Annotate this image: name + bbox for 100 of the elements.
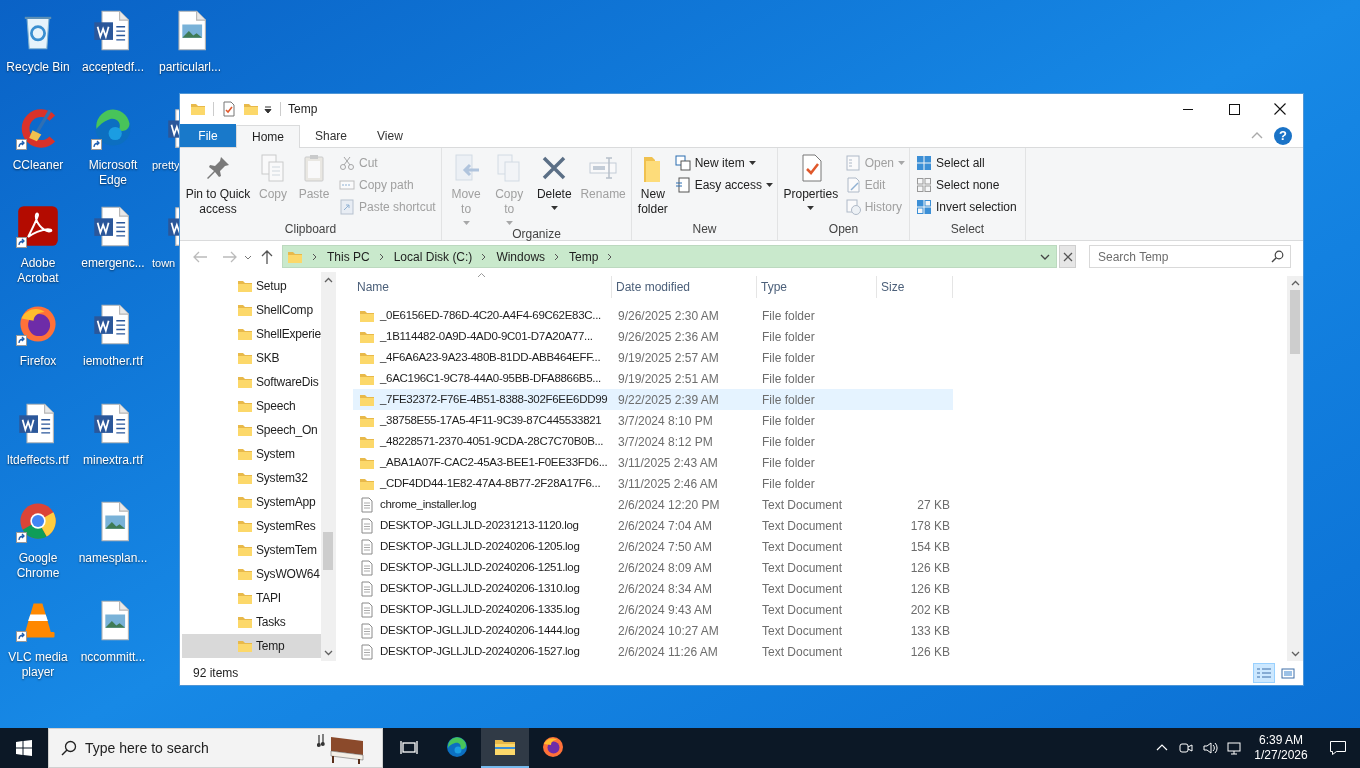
clear-button[interactable] — [1059, 245, 1076, 268]
ribbon-tab[interactable]: Home — [236, 125, 300, 148]
file-row[interactable]: _0E6156ED-786D-4C20-A4F4-69C62E83C... 9/26/2025 2:30 AM File folder — [353, 305, 953, 326]
file-row[interactable]: _ABA1A07F-CAC2-45A3-BEE1-F0EE33FD6... 3/11/2025 2:43 AM File folder — [353, 452, 953, 473]
file-name: _4F6A6A23-9A23-480B-81DD-ABB464EFF... — [380, 349, 601, 365]
ribbon-button[interactable]: Select all — [916, 154, 1017, 171]
column-header[interactable]: Name — [357, 278, 389, 296]
scrollbar[interactable] — [321, 272, 336, 661]
file-row[interactable]: _38758E55-17A5-4F11-9C39-87C445533821 3/7/2024 8:10 PM File folder — [353, 410, 953, 431]
size-cell: 27 KB — [917, 497, 950, 512]
nav-item[interactable]: System32 — [182, 466, 321, 490]
nav-item[interactable]: SysWOW64 — [182, 562, 321, 586]
file-name: _6AC196C1-9C78-44A0-95BB-DFA8866B5... — [380, 370, 601, 386]
speaker-icon — [1202, 740, 1218, 756]
file-row[interactable]: DESKTOP-JGLLJLD-20240206-1310.log 2/6/2024 8:34 AM Text Document 126 KB — [353, 578, 953, 599]
taskbar-button[interactable] — [481, 728, 529, 768]
ribbon-button[interactable]: Select none — [916, 176, 1017, 193]
ribbon-button[interactable]: Delete — [532, 152, 577, 210]
search-field[interactable]: Type here to search — [48, 728, 383, 768]
document-icon — [359, 559, 375, 576]
column-header[interactable]: Date modified — [616, 278, 691, 296]
ribbon-tab[interactable]: Share — [300, 124, 363, 147]
file-name: DESKTOP-JGLLJLD-20240206-1205.log — [380, 538, 580, 554]
column-header[interactable]: Size — [881, 278, 905, 296]
file-row[interactable]: DESKTOP-JGLLJLD-20240206-1205.log 2/6/2024 7:50 AM Text Document 154 KB — [353, 536, 953, 557]
file-name: _1B114482-0A9D-4AD0-9C01-D7A20A77... — [380, 328, 593, 344]
edge-icon — [445, 735, 469, 759]
minimize-icon — [1183, 108, 1193, 110]
file-name: DESKTOP-JGLLJLD-20240206-1335.log — [380, 601, 580, 617]
nav-item[interactable]: Speech — [182, 394, 321, 418]
document-icon — [359, 496, 375, 513]
nav-item[interactable]: Tasks — [182, 610, 321, 634]
file-row[interactable]: _6AC196C1-9C78-44A0-95BB-DFA8866B5... 9/19/2025 2:51 AM File folder — [353, 368, 953, 389]
file-row[interactable]: chrome_installer.log 2/6/2024 12:20 PM Text Document 27 KB — [353, 494, 953, 515]
file-name: _48228571-2370-4051-9CDA-28C7C70B0B... — [380, 433, 604, 449]
camera-icon — [1178, 740, 1194, 756]
large-icons-view-icon — [1279, 665, 1297, 681]
breadcrumb[interactable]: Temp — [565, 247, 603, 266]
nav-item[interactable]: SoftwareDis — [182, 370, 321, 394]
column-header[interactable]: Type — [761, 278, 787, 296]
nav-item[interactable]: TAPI — [182, 586, 321, 610]
address-bar[interactable]: This PC Local Disk (C:) Windows Temp — [282, 245, 1057, 268]
ribbon-button[interactable]: Invert selection — [916, 198, 1017, 215]
nav-item[interactable]: SystemTem — [182, 538, 321, 562]
icon-label: acceptedf... — [81, 60, 144, 75]
nav-item[interactable]: Temp — [182, 634, 321, 658]
file-row[interactable]: DESKTOP-JGLLJLD-20231213-1120.log 2/6/2024 7:04 AM Text Document 178 KB — [353, 515, 953, 536]
help-button[interactable]: ? — [1274, 127, 1292, 145]
properties-icon[interactable] — [221, 101, 237, 117]
file-row[interactable]: _CDF4DD44-1E82-47A4-8B77-2F28A17F6... 3/11/2025 2:46 AM File folder — [353, 473, 953, 494]
scrollbar-thumb[interactable] — [323, 532, 334, 570]
acrobat-icon[interactable] — [16, 204, 60, 248]
clock[interactable]: 6:39 AM 1/27/2026 — [1246, 728, 1316, 768]
type-cell-text: Text Document — [761, 580, 844, 598]
icon-label: namesplan... — [78, 551, 148, 566]
group-label: Clipboard — [283, 221, 338, 238]
breadcrumb[interactable]: Windows — [492, 247, 550, 266]
file-name: DESKTOP-JGLLJLD-20240206-1310.log — [380, 580, 580, 596]
nav-item[interactable]: SystemApp — [182, 490, 321, 514]
scrollbar[interactable] — [1287, 276, 1303, 661]
folder-icon — [237, 446, 253, 462]
speech-bubble-icon — [1329, 739, 1347, 757]
nav-item[interactable]: ShellExperie — [182, 322, 321, 346]
file-tab[interactable]: File — [180, 124, 236, 147]
ribbon-button[interactable]: Pin to Quick access — [184, 152, 252, 217]
date-cell-text: 2/6/2024 10:27 AM — [617, 622, 720, 640]
file-row[interactable]: DESKTOP-JGLLJLD-20240206-1527.log 2/6/2024 11:26 AM Text Document 126 KB — [353, 641, 953, 662]
nav-item[interactable]: System — [182, 442, 321, 466]
nav-item[interactable]: ShellComp — [182, 298, 321, 322]
chevron-right-icon — [311, 251, 319, 262]
type-cell-text: File folder — [761, 391, 816, 409]
file-row[interactable]: _7FE32372-F76E-4B51-8388-302F6EE6DD99 9/22/2025 2:39 AM File folder — [353, 389, 953, 410]
file-row[interactable]: DESKTOP-JGLLJLD-20240206-1251.log 2/6/2024 8:09 AM Text Document 126 KB — [353, 557, 953, 578]
nav-item[interactable]: Setup — [182, 274, 321, 298]
document-icon — [359, 643, 375, 660]
icon-label: town — [152, 256, 176, 271]
date-cell-text: 3/7/2024 8:10 PM — [617, 412, 714, 430]
nav-item[interactable]: SKB — [182, 346, 321, 370]
ribbon-tab[interactable]: View — [362, 124, 418, 147]
type-cell-text: File folder — [761, 433, 816, 451]
icon-label: Microsoft Edge — [87, 158, 139, 188]
breadcrumb[interactable]: This PC — [323, 247, 374, 266]
file-row[interactable]: _4F6A6A23-9A23-480B-81DD-ABB464EFF... 9/19/2025 2:57 AM File folder — [353, 347, 953, 368]
close-icon — [1062, 251, 1073, 262]
group-label: Select — [949, 221, 986, 238]
ribbon-button[interactable]: New folder — [636, 152, 670, 217]
ribbon-button[interactable]: Properties — [782, 152, 840, 210]
type-cell-text: File folder — [761, 370, 816, 388]
file-row[interactable]: DESKTOP-JGLLJLD-20240206-1335.log 2/6/2024 9:43 AM Text Document 202 KB — [353, 599, 953, 620]
scrollbar-thumb[interactable] — [1290, 290, 1300, 354]
ribbon-button[interactable]: Easy access — [674, 176, 773, 193]
nav-item[interactable]: SystemRes — [182, 514, 321, 538]
firefox-icon — [541, 735, 565, 759]
search-field[interactable]: Search Temp — [1089, 245, 1291, 268]
ribbon-button[interactable]: New item — [674, 154, 773, 171]
file-row[interactable]: _48228571-2370-4051-9CDA-28C7C70B0B... 3/7/2024 8:12 PM File folder — [353, 431, 953, 452]
file-row[interactable]: _1B114482-0A9D-4AD0-9C01-D7A20A77... 9/26/2025 2:36 AM File folder — [353, 326, 953, 347]
nav-item[interactable]: Speech_On — [182, 418, 321, 442]
breadcrumb[interactable]: Local Disk (C:) — [389, 247, 477, 266]
file-row[interactable]: DESKTOP-JGLLJLD-20240206-1444.log 2/6/2024 10:27 AM Text Document 133 KB — [353, 620, 953, 641]
